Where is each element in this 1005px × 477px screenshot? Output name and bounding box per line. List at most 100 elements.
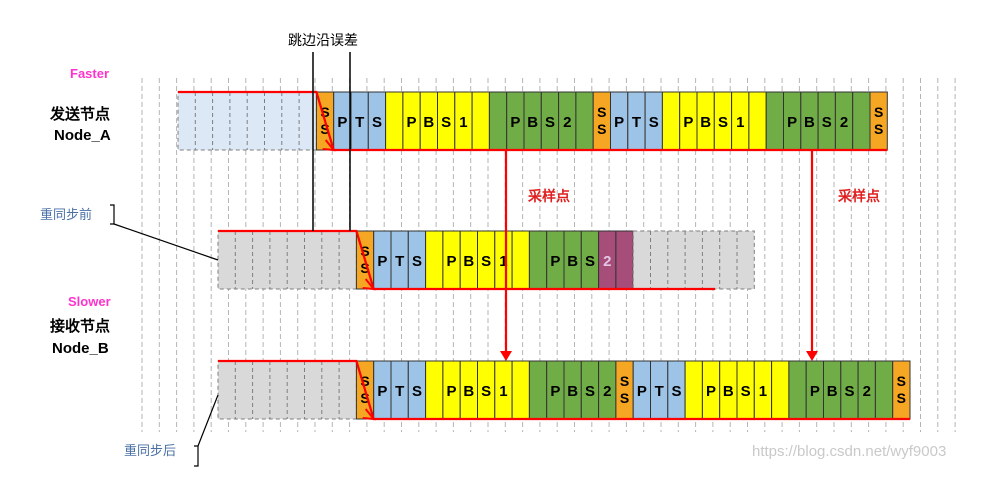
segment-cell xyxy=(615,230,634,290)
segment-letter: T xyxy=(655,383,664,400)
segment-letter: B xyxy=(567,253,578,270)
segment-letter: 1 xyxy=(459,114,467,131)
segment-letter: P xyxy=(510,114,520,131)
segment-letter: S xyxy=(822,114,832,131)
bit-timing-diagram: SSPTSPBS1PBS2SSPTSPBS1PBS2SSSSPTSPBS1PBS… xyxy=(0,0,1005,477)
segment-cell xyxy=(528,360,548,420)
segment-cell xyxy=(575,91,594,151)
after-resync-leader xyxy=(197,394,219,447)
segment-cell xyxy=(425,360,444,420)
segment-letter: P xyxy=(787,114,797,131)
segment-cell xyxy=(661,91,681,151)
segment-letter: B xyxy=(700,114,711,131)
segment-letter: S xyxy=(897,373,906,389)
sample-arrow-1-head xyxy=(500,351,512,361)
faster-label: Faster xyxy=(70,66,110,81)
segment-letter: 2 xyxy=(563,114,571,131)
segment-cell xyxy=(765,91,785,151)
segment-letter: S xyxy=(620,390,629,406)
segment-letter: P xyxy=(337,114,347,131)
segment-letter: B xyxy=(463,383,474,400)
segment-letter: S xyxy=(874,104,883,120)
segment-letter: P xyxy=(706,383,716,400)
segment-letter: 2 xyxy=(863,383,871,400)
segment-letter: B xyxy=(723,383,734,400)
segment-letter: S xyxy=(481,383,491,400)
segment-letter: S xyxy=(718,114,728,131)
segment-letter: 1 xyxy=(736,114,744,131)
segment-cell xyxy=(874,360,894,420)
segment-letter: B xyxy=(423,114,434,131)
watermark-url: https://blog.csdn.net/wyf9003 xyxy=(752,443,947,460)
segment-letter: S xyxy=(481,253,491,270)
segment-letter: 2 xyxy=(603,383,611,400)
segment-letter: 1 xyxy=(499,383,507,400)
segment-letter: S xyxy=(649,114,659,131)
sample-point-label-2: 采样点 xyxy=(838,188,880,204)
segment-letter: S xyxy=(620,373,629,389)
segment-cell xyxy=(385,91,404,151)
segment-letter: T xyxy=(632,114,641,131)
segment-letter: P xyxy=(447,253,457,270)
segment-letter: 2 xyxy=(840,114,848,131)
segment-letter: S xyxy=(585,253,595,270)
before-resync-label: 重同步前 xyxy=(40,207,93,222)
segment-letter: S xyxy=(897,390,906,406)
node-b-label-cn: 接收节点 xyxy=(50,318,111,335)
segment-letter: S xyxy=(441,114,451,131)
segment-letter: B xyxy=(527,114,538,131)
segment-letter: S xyxy=(844,383,854,400)
segment-cell xyxy=(788,360,807,420)
segment-letter: S xyxy=(597,121,606,137)
segment-letter: P xyxy=(637,383,647,400)
segment-cell xyxy=(632,230,755,290)
before-resync-leader xyxy=(113,223,219,261)
segment-letter: S xyxy=(585,383,595,400)
segment-letter: S xyxy=(874,121,883,137)
segment-cell xyxy=(852,91,871,151)
segment-letter: P xyxy=(377,383,387,400)
segment-cell xyxy=(425,230,444,290)
segment-letter: S xyxy=(597,104,606,120)
segment-letter: B xyxy=(827,383,838,400)
segment-letter: S xyxy=(741,383,751,400)
segment-letter: S xyxy=(671,383,681,400)
segment-letter: T xyxy=(355,114,364,131)
segment-letter: S xyxy=(545,114,555,131)
segment-letter: S xyxy=(412,383,422,400)
after-resync-bracket xyxy=(194,445,199,467)
timing-diagram-svg: SS P T S P B S 1 P B S 2SS P T S P B S 1 P B S 2SSSS P T S P B S 1 P B S… xyxy=(110,52,956,467)
before-resync-bracket xyxy=(110,204,115,225)
segment-letter: P xyxy=(447,383,457,400)
segment-letter: P xyxy=(550,253,560,270)
segment-letter: 1 xyxy=(759,383,767,400)
segment-cell xyxy=(771,360,790,420)
segment-letter: 2 xyxy=(603,253,611,270)
node-a-label-cn: 发送节点 xyxy=(50,106,111,123)
segment-letter: B xyxy=(804,114,815,131)
segment-letter: P xyxy=(550,383,560,400)
segment-letter: T xyxy=(395,383,404,400)
segment-letter: P xyxy=(810,383,820,400)
sample-point-label-1: 采样点 xyxy=(528,188,570,204)
segment-cell xyxy=(488,91,508,151)
segment-cell xyxy=(471,91,490,151)
segment-letter: T xyxy=(395,253,404,270)
segment-letter: S xyxy=(412,253,422,270)
segment-letter: P xyxy=(614,114,624,131)
segment-cell xyxy=(511,360,530,420)
segment-letter: S xyxy=(372,114,382,131)
segment-cell xyxy=(511,230,530,290)
segment-letter: P xyxy=(377,253,387,270)
node-a-label-en: Node_A xyxy=(54,127,111,144)
segment-letter: B xyxy=(567,383,578,400)
segment-letter: P xyxy=(407,114,417,131)
segment-cell xyxy=(528,230,548,290)
segment-letter: B xyxy=(463,253,474,270)
segment-letter: P xyxy=(683,114,693,131)
segment-cell xyxy=(748,91,767,151)
after-resync-label: 重同步后 xyxy=(124,443,177,458)
jump-edge-error-label: 跳边沿误差 xyxy=(288,32,358,48)
slower-label: Slower xyxy=(68,294,111,309)
node-b-label-en: Node_B xyxy=(52,340,109,357)
